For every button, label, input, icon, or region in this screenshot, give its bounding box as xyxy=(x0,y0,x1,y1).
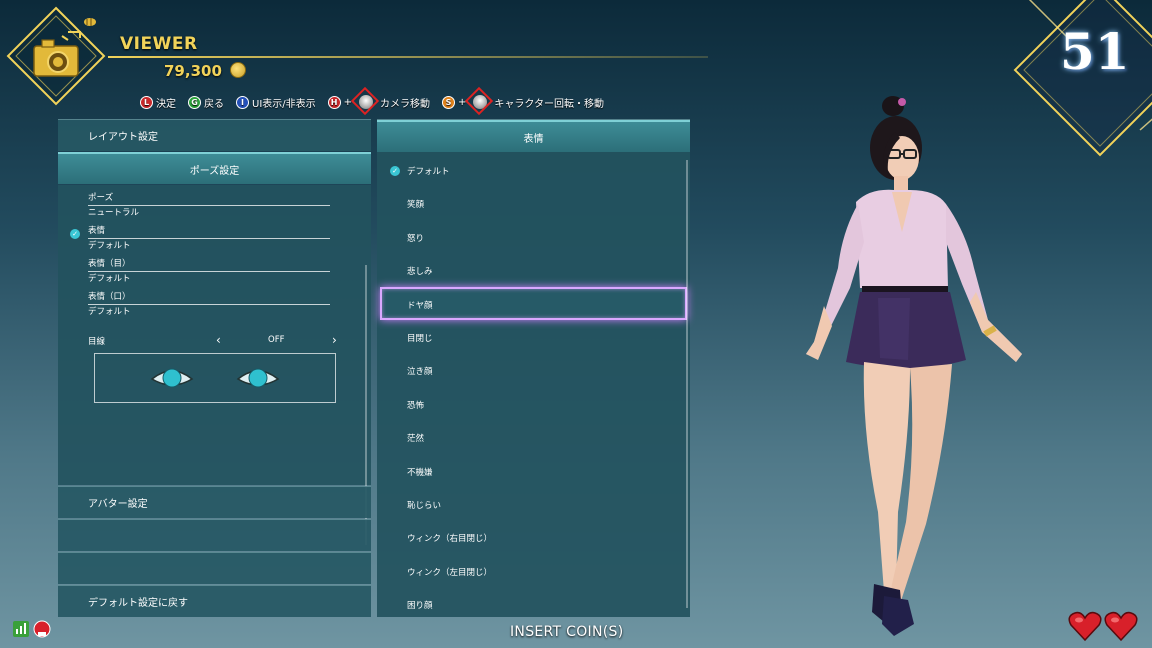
divider xyxy=(88,271,330,272)
avatar-settings-tab[interactable]: アバター設定 xyxy=(58,486,371,518)
button-g-icon: G xyxy=(188,95,201,109)
button-s-icon: S xyxy=(442,95,456,109)
pose-settings-label: ポーズ設定 xyxy=(189,165,240,177)
control-label: + xyxy=(343,96,353,108)
analog-stick-icon xyxy=(359,95,374,109)
control-label: カメラ移動 xyxy=(380,98,431,110)
expression-option[interactable]: 恥じらい xyxy=(407,499,441,511)
pose-option-value: デフォルト xyxy=(88,307,131,317)
expression-option[interactable]: 茫然 xyxy=(407,432,424,444)
reset-default-button[interactable]: デフォルト設定に戻す xyxy=(58,585,371,617)
expression-option[interactable]: ドヤ顔 xyxy=(407,299,433,311)
pose-option-value: デフォルト xyxy=(88,274,131,284)
chevron-right-icon[interactable]: › xyxy=(332,333,337,347)
expression-option[interactable]: 泣き顔 xyxy=(407,365,433,377)
pose-option-label: 表情（目） xyxy=(88,259,131,269)
control-hint: I UI表示/非表示 xyxy=(236,95,316,110)
round-timer: 51 xyxy=(1060,22,1130,81)
control-label: 決定 xyxy=(156,98,176,110)
check-icon: ✓ xyxy=(70,229,80,239)
button-l-icon: L xyxy=(140,95,153,109)
settings-panel: レイアウト設定 ポーズ設定 ポーズニュートラル 表情デフォルト ✓ 表情（目） デフォル… xyxy=(58,119,371,617)
empty-row xyxy=(58,519,371,551)
expression-option[interactable]: 不機嫌 xyxy=(407,466,433,478)
title-divider xyxy=(108,56,708,58)
control-hint: L 決定 xyxy=(140,95,176,110)
eye-left-icon xyxy=(150,368,194,388)
character-model[interactable] xyxy=(760,92,1060,644)
layout-settings-label: レイアウト設定 xyxy=(88,132,158,143)
pose-option-value: ニュートラル xyxy=(88,208,140,218)
reset-default-label: デフォルト設定に戻す xyxy=(88,598,188,609)
coin-count: 79,300 xyxy=(164,62,222,80)
gaze-label: 目線 xyxy=(88,337,106,347)
button-i-icon: I xyxy=(236,95,249,109)
insert-coin-prompt: INSERT COIN(S) xyxy=(510,624,624,640)
expression-option[interactable]: デフォルト xyxy=(407,165,450,177)
camera-icon xyxy=(33,39,79,77)
heart-icon xyxy=(1104,611,1138,642)
control-label: UI表示/非表示 xyxy=(252,98,316,110)
avatar-settings-label: アバター設定 xyxy=(88,499,148,510)
control-label: 戻る xyxy=(204,98,224,110)
empty-row xyxy=(58,552,371,584)
divider xyxy=(88,238,330,239)
control-hints: L 決定 G 戻る I UI表示/非表示 H + カメラ移動 S + キャラクター回転・移動 xyxy=(140,94,612,110)
pose-option[interactable]: ポーズ ニュートラル xyxy=(88,193,330,219)
page-title: VIEWER xyxy=(120,34,198,54)
pose-settings-tab[interactable]: ポーズ設定 xyxy=(58,152,371,184)
expression-option[interactable]: 恐怖 xyxy=(407,399,424,411)
life-hearts xyxy=(1068,610,1138,642)
expression-option[interactable]: 困り顔 xyxy=(407,599,433,611)
pose-option[interactable]: 表情（目） デフォルト xyxy=(88,259,330,285)
expression-header: 表情 xyxy=(377,120,690,152)
pose-option[interactable]: 表情 デフォルト xyxy=(88,226,330,252)
layout-settings-tab[interactable]: レイアウト設定 xyxy=(58,119,371,151)
control-hint: S + キャラクター回転・移動 xyxy=(442,95,604,110)
pose-option-label: ポーズ xyxy=(88,193,114,203)
expression-option[interactable]: 悲しみ xyxy=(407,265,433,277)
button-h-icon: H xyxy=(327,95,341,109)
bee-icon xyxy=(84,18,96,26)
expression-panel: 表情 デフォルト ✓ 笑顔怒り悲しみドヤ顔目閉じ泣き顔恐怖茫然不機嫌恥じらいウィンク… xyxy=(377,119,690,617)
controller-a-icon xyxy=(33,620,51,638)
status-icons xyxy=(12,620,51,638)
control-hint: H + カメラ移動 xyxy=(327,95,431,110)
gaze-preview[interactable] xyxy=(94,353,336,403)
gaze-value: OFF xyxy=(268,335,285,345)
gaze-selector[interactable]: 目線 ‹ OFF › xyxy=(88,333,340,347)
pose-settings-body: ポーズ ニュートラル 表情 デフォルト ✓ 表情（目） デフォルト 表情（口） デフォルト 目線… xyxy=(58,185,371,545)
expression-option[interactable]: 笑顔 xyxy=(407,198,424,210)
coin-icon xyxy=(230,62,246,78)
expression-option[interactable]: ウィンク（左目閉じ） xyxy=(407,566,492,578)
analog-stick-icon xyxy=(473,95,488,109)
expression-option[interactable]: ウィンク（右目閉じ） xyxy=(407,532,492,544)
viewer-badge xyxy=(6,6,106,106)
heart-icon xyxy=(1068,611,1102,642)
expression-scrollbar[interactable] xyxy=(686,160,688,608)
chevron-left-icon[interactable]: ‹ xyxy=(216,333,221,347)
eye-right-icon xyxy=(236,368,280,388)
divider xyxy=(88,304,330,305)
pose-option-label: 表情（口） xyxy=(88,292,131,302)
pose-option[interactable]: 表情（口） デフォルト xyxy=(88,292,330,318)
pose-option-value: デフォルト xyxy=(88,241,131,251)
pose-option-label: 表情 xyxy=(88,226,106,236)
network-icon xyxy=(13,621,29,637)
control-label: キャラクター回転・移動 xyxy=(494,98,605,110)
expression-option[interactable]: 怒り xyxy=(407,232,424,244)
expression-option[interactable]: 目閉じ xyxy=(407,332,433,344)
check-icon: ✓ xyxy=(390,166,400,176)
expression-title: 表情 xyxy=(523,133,544,145)
divider xyxy=(88,205,330,206)
control-hint: G 戻る xyxy=(188,95,224,110)
